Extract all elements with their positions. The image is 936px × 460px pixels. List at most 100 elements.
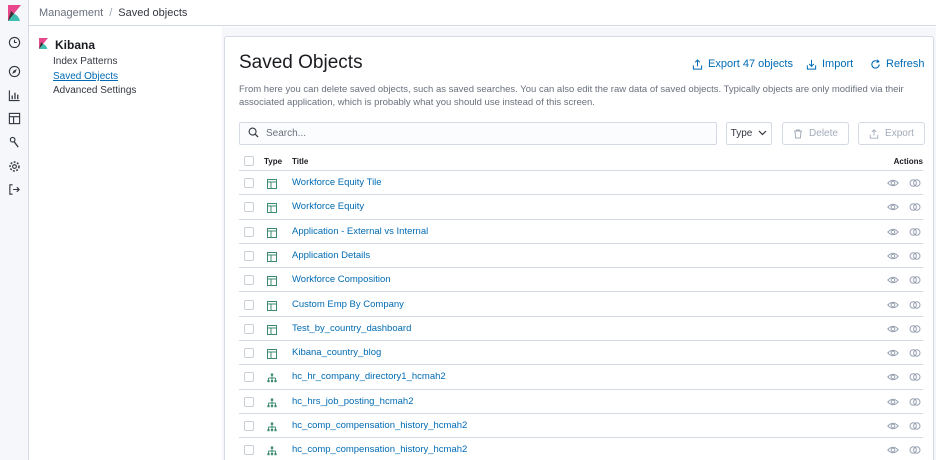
inspect-eye-icon[interactable] [887,347,899,359]
relationships-icon[interactable] [909,299,921,311]
row-title-link[interactable]: Workforce Composition [292,274,391,285]
row-title-link[interactable]: Custom Emp By Company [292,299,404,310]
inspect-eye-icon[interactable] [887,420,899,432]
row-checkbox[interactable] [244,250,254,261]
trash-icon [794,129,803,138]
chevron-down-icon [758,128,767,139]
refresh-label: Refresh [886,58,925,70]
export-selected-button[interactable]: Export [858,122,925,145]
delete-button[interactable]: Delete [782,122,849,145]
row-title-link[interactable]: hc_comp_compensation_history_hcmah2 [292,420,467,431]
row-title-link[interactable]: hc_hr_company_directory1_hcmah2 [292,371,446,382]
row-checkbox[interactable] [244,178,254,188]
sidebar-item-advanced-settings[interactable]: Advanced Settings [53,85,136,96]
search-box [239,122,717,145]
relationships-icon[interactable] [909,396,921,408]
management-sidebar: Kibana Index Patterns Saved Objects Adva… [29,27,222,460]
relationships-icon[interactable] [909,250,921,262]
select-all-checkbox[interactable] [244,156,254,166]
compass-icon[interactable] [7,64,21,78]
dashboard-type-icon [267,324,277,335]
breadcrumb-management[interactable]: Management [39,7,103,19]
saved-objects-panel: Saved Objects Export 47 objects Import R… [224,36,934,460]
row-title-link[interactable]: Test_by_country_dashboard [292,323,411,334]
index-pattern-type-icon [267,372,277,383]
dashboard-type-icon [267,227,277,238]
type-filter-label: Type [730,128,753,139]
import-button[interactable]: Import [806,58,853,70]
row-title-link[interactable]: hc_hrs_job_posting_hcmah2 [292,396,413,407]
breadcrumb-saved-objects: Saved objects [118,7,188,19]
inspect-eye-icon[interactable] [887,274,899,286]
row-checkbox[interactable] [244,275,254,286]
relationships-icon[interactable] [909,444,921,456]
relationships-icon[interactable] [909,323,921,335]
search-input[interactable] [266,128,686,139]
export-icon [869,128,879,139]
relationships-icon[interactable] [909,347,921,359]
refresh-button[interactable]: Refresh [870,58,925,70]
row-checkbox[interactable] [244,202,254,213]
relationships-icon[interactable] [909,226,921,238]
inspect-eye-icon[interactable] [887,201,899,213]
column-header-title[interactable]: Title [292,157,308,166]
inspect-eye-icon[interactable] [887,177,899,189]
dashboard-type-icon [267,348,277,360]
export-icon [692,58,703,70]
row-checkbox[interactable] [244,421,254,431]
table-row: Application - External vs Internal [239,220,923,244]
sidebar-app-title: Kibana [39,38,95,52]
row-title-link[interactable]: hc_comp_compensation_history_hcmah2 [292,444,467,455]
table-header: Type Title Actions [239,151,923,171]
table-row: hc_comp_compensation_history_hcmah2 [239,438,923,460]
kibana-small-logo-icon [39,38,48,52]
inspect-eye-icon[interactable] [887,371,899,383]
nav-rail [0,0,29,460]
page-title: Saved Objects [239,52,363,73]
relationships-icon[interactable] [909,371,921,383]
table-row: Application Details [239,244,923,269]
row-checkbox[interactable] [244,323,254,334]
type-filter-button[interactable]: Type [726,122,772,145]
table-row: Workforce Equity Tile [239,171,923,196]
delete-label: Delete [809,128,838,139]
row-title-link[interactable]: Kibana_country_blog [292,347,381,358]
gear-icon[interactable] [7,159,21,173]
relationships-icon[interactable] [909,177,921,189]
sidebar-item-saved-objects[interactable]: Saved Objects [53,71,118,82]
row-title-link[interactable]: Application - External vs Internal [292,226,428,237]
relationships-icon[interactable] [909,420,921,432]
clock-icon[interactable] [7,35,21,49]
sidebar-item-index-patterns[interactable]: Index Patterns [53,56,117,67]
top-header: Management / Saved objects [29,0,936,26]
column-header-type[interactable]: Type [264,157,282,166]
row-checkbox[interactable] [244,226,254,237]
dashboard-type-icon [267,275,277,287]
inspect-eye-icon[interactable] [887,323,899,335]
row-title-link[interactable]: Application Details [292,250,370,261]
row-checkbox[interactable] [244,348,254,359]
inspect-eye-icon[interactable] [887,250,899,262]
inspect-eye-icon[interactable] [887,226,899,238]
wrench-icon[interactable] [7,135,21,149]
bar-chart-icon[interactable] [7,88,21,102]
table-row: Custom Emp By Company [239,293,923,317]
export-all-button[interactable]: Export 47 objects [692,58,793,70]
import-icon [806,59,817,70]
inspect-eye-icon[interactable] [887,299,899,311]
row-checkbox[interactable] [244,372,254,383]
row-checkbox[interactable] [244,396,254,407]
row-title-link[interactable]: Workforce Equity [292,201,364,212]
dashboard-type-icon [267,178,277,189]
inspect-eye-icon[interactable] [887,396,899,408]
table-row: Kibana_country_blog [239,341,923,366]
relationships-icon[interactable] [909,274,921,286]
relationships-icon[interactable] [909,201,921,213]
inspect-eye-icon[interactable] [887,444,899,456]
logout-icon[interactable] [7,182,21,196]
dashboard-icon[interactable] [7,111,21,125]
row-title-link[interactable]: Workforce Equity Tile [292,177,382,188]
row-checkbox[interactable] [244,445,254,456]
row-checkbox[interactable] [244,299,254,310]
kibana-logo-icon[interactable] [0,0,29,26]
